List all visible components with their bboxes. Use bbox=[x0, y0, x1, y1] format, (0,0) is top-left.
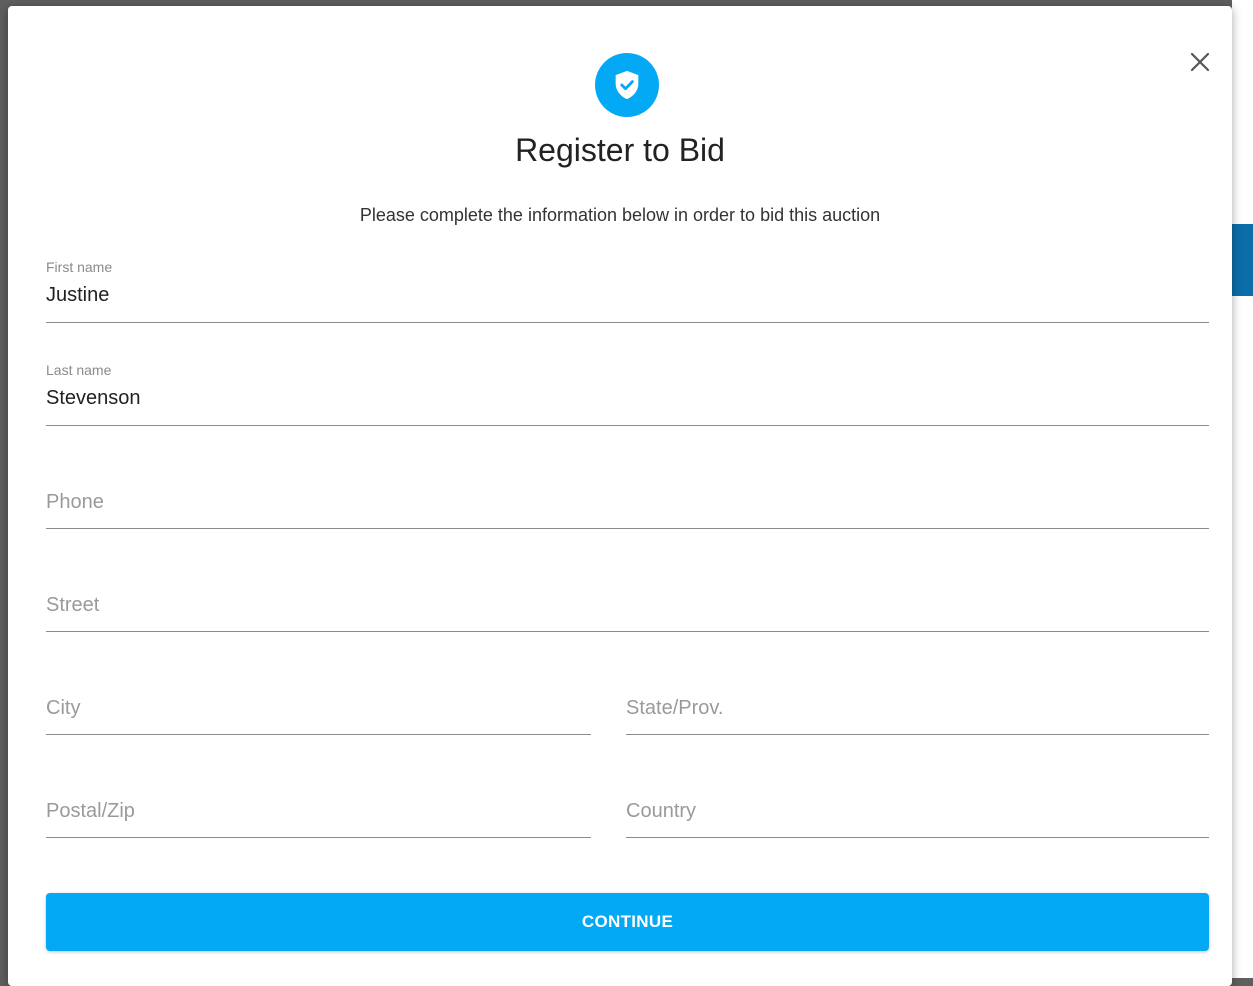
phone-field[interactable]: Phone bbox=[46, 465, 1209, 529]
background-banner bbox=[1232, 224, 1253, 296]
shield-check-icon bbox=[595, 53, 659, 117]
city-placeholder: City bbox=[46, 697, 81, 719]
register-dialog: Register to Bid Please complete the info… bbox=[8, 6, 1232, 986]
dialog-title: Register to Bid bbox=[515, 132, 725, 168]
last-name-label: Last name bbox=[46, 362, 112, 378]
postal-placeholder: Postal/Zip bbox=[46, 800, 135, 822]
last-name-field[interactable]: Last name bbox=[46, 362, 1209, 426]
street-field[interactable]: Street bbox=[46, 568, 1209, 632]
close-icon bbox=[1190, 52, 1210, 72]
continue-button[interactable]: CONTINUE bbox=[46, 893, 1209, 951]
first-name-field[interactable]: First name bbox=[46, 259, 1209, 323]
background-page bbox=[1232, 0, 1253, 978]
state-field[interactable]: State/Prov. bbox=[626, 671, 1209, 735]
state-placeholder: State/Prov. bbox=[626, 697, 724, 719]
street-placeholder: Street bbox=[46, 594, 100, 616]
close-button[interactable] bbox=[1184, 46, 1216, 78]
first-name-input[interactable] bbox=[46, 284, 1209, 307]
first-name-label: First name bbox=[46, 259, 113, 275]
last-name-input[interactable] bbox=[46, 387, 1209, 410]
dialog-subtitle: Please complete the information below in… bbox=[359, 205, 881, 225]
postal-field[interactable]: Postal/Zip bbox=[46, 774, 591, 838]
phone-placeholder: Phone bbox=[46, 491, 104, 513]
city-field[interactable]: City bbox=[46, 671, 591, 735]
country-placeholder: Country bbox=[626, 800, 697, 822]
country-field[interactable]: Country bbox=[626, 774, 1209, 838]
